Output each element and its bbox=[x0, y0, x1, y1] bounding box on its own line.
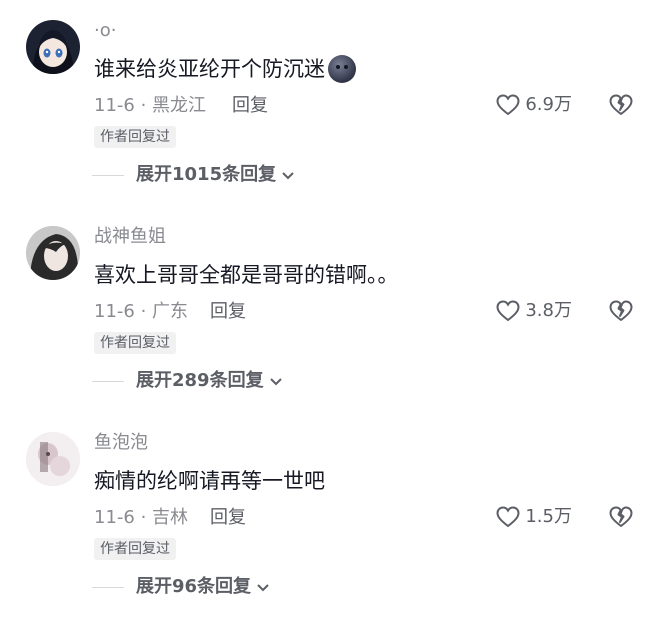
chevron-down-icon bbox=[269, 378, 282, 386]
comment-meta: 11-6 · 吉林 bbox=[94, 507, 189, 528]
comment-item: 战神鱼姐 喜欢上哥哥全都是哥哥的错啊。。 11-6 · 广东 回复 3.8万 作… bbox=[0, 206, 660, 412]
expand-replies-label: 展开1015条回复 bbox=[136, 164, 277, 185]
broken-heart-icon[interactable] bbox=[608, 504, 634, 530]
author-replied-tag: 作者回复过 bbox=[94, 332, 176, 354]
author-replied-tag: 作者回复过 bbox=[94, 126, 176, 148]
like-button[interactable]: 3.8万 bbox=[495, 298, 572, 324]
comment-text: 谁来给炎亚纶开个防沉迷 bbox=[94, 54, 357, 84]
chevron-down-icon bbox=[257, 584, 269, 592]
like-count: 3.8万 bbox=[525, 300, 572, 321]
expand-replies-button[interactable]: 展开289条回复 bbox=[92, 369, 284, 393]
comment-text-body: 谁来给炎亚纶开个防沉迷 bbox=[94, 57, 325, 81]
author-replied-tag: 作者回复过 bbox=[94, 538, 176, 560]
avatar[interactable] bbox=[26, 432, 80, 486]
broken-heart-icon[interactable] bbox=[608, 92, 634, 118]
avatar[interactable] bbox=[26, 226, 80, 280]
heart-icon bbox=[496, 506, 520, 528]
like-button[interactable]: 6.9万 bbox=[495, 92, 572, 118]
broken-heart-icon[interactable] bbox=[608, 298, 634, 324]
chevron-down-icon bbox=[282, 172, 294, 180]
comment-text: 痴情的纶啊请再等一世吧 bbox=[94, 469, 325, 493]
comment-text: 喜欢上哥哥全都是哥哥的错啊。。 bbox=[94, 263, 399, 287]
avatar[interactable] bbox=[26, 20, 80, 74]
divider bbox=[92, 174, 124, 176]
dark-ball-emoji-icon bbox=[327, 54, 357, 84]
expand-replies-label: 展开289条回复 bbox=[136, 370, 264, 391]
comment-meta: 11-6 · 广东 bbox=[94, 301, 189, 322]
like-count: 6.9万 bbox=[525, 94, 572, 115]
comment-item: 鱼泡泡 痴情的纶啊请再等一世吧 11-6 · 吉林 回复 1.5万 作者回复过 … bbox=[0, 412, 660, 618]
reply-button[interactable]: 回复 bbox=[210, 506, 246, 530]
divider bbox=[92, 586, 124, 588]
reply-button[interactable]: 回复 bbox=[232, 94, 268, 118]
like-button[interactable]: 1.5万 bbox=[495, 504, 572, 530]
expand-replies-button[interactable]: 展开96条回复 bbox=[92, 575, 271, 599]
username[interactable]: 战神鱼姐 bbox=[94, 226, 166, 248]
username[interactable]: 鱼泡泡 bbox=[94, 432, 148, 454]
reply-button[interactable]: 回复 bbox=[210, 300, 246, 324]
like-count: 1.5万 bbox=[525, 506, 572, 527]
username[interactable]: ·o· bbox=[94, 20, 116, 42]
heart-icon bbox=[496, 300, 520, 322]
expand-replies-label: 展开96条回复 bbox=[136, 576, 252, 597]
heart-icon bbox=[496, 94, 520, 116]
comment-meta: 11-6 · 黑龙江 bbox=[94, 95, 207, 116]
comment-item: ·o· 谁来给炎亚纶开个防沉迷 11-6 · 黑龙江 回复 6.9万 作者回复过… bbox=[0, 0, 660, 206]
divider bbox=[92, 380, 124, 382]
expand-replies-button[interactable]: 展开1015条回复 bbox=[92, 163, 296, 187]
